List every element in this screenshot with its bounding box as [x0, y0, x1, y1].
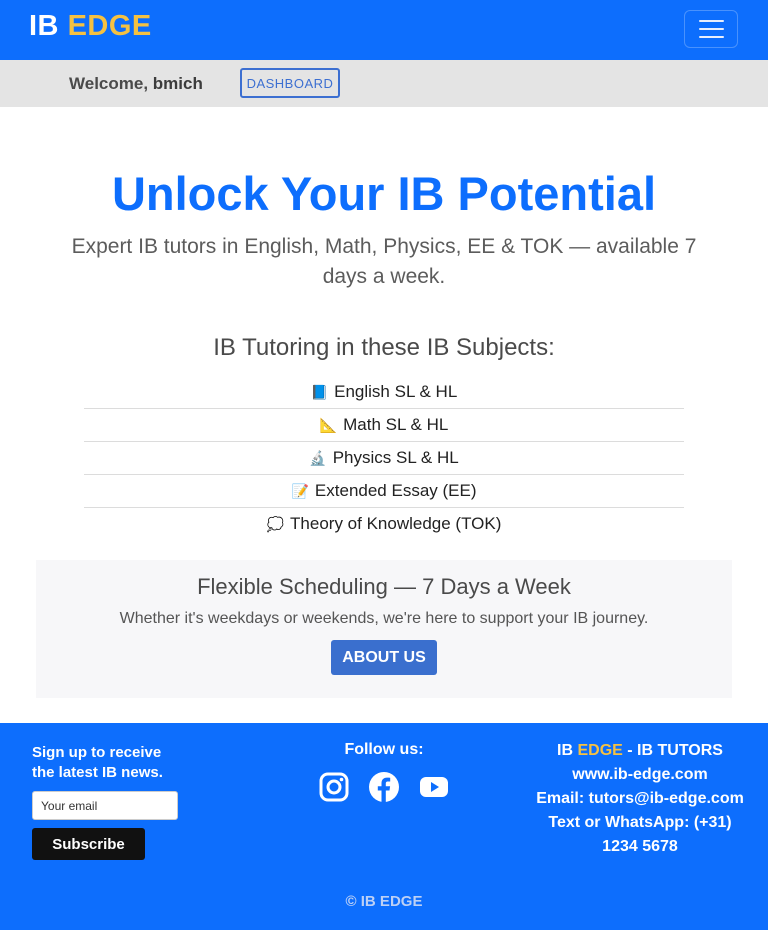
subject-label: Theory of Knowledge (TOK): [290, 514, 502, 533]
welcome-bar: Welcome, bmich DASHBOARD: [0, 60, 768, 107]
ruler-icon: 📐: [319, 417, 338, 433]
scheduling-panel: Flexible Scheduling — 7 Days a Week Whet…: [36, 560, 732, 698]
scheduling-title: Flexible Scheduling — 7 Days a Week: [197, 574, 571, 599]
hamburger-icon-line: [698, 28, 724, 30]
contact-accent: EDGE: [577, 742, 623, 759]
welcome-text: Welcome, bmich: [69, 74, 203, 94]
social-links: [318, 771, 450, 803]
subject-label: Extended Essay (EE): [314, 481, 477, 500]
dashboard-button[interactable]: DASHBOARD: [240, 68, 340, 98]
subject-label: Math SL & HL: [343, 415, 449, 434]
subject-item: 💭 Theory of Knowledge (TOK): [84, 508, 684, 540]
book-icon: 📘: [310, 384, 329, 400]
contact-suffix: - IB TUTORS: [627, 742, 723, 759]
subscribe-button[interactable]: Subscribe: [32, 828, 145, 860]
navbar: IB EDGE: [0, 0, 768, 60]
instagram-icon[interactable]: [318, 771, 350, 803]
website-link[interactable]: www.ib-edge.com: [520, 763, 760, 787]
contact-email[interactable]: Email: tutors@ib-edge.com: [520, 787, 760, 811]
email-field[interactable]: [32, 791, 178, 820]
footer: Sign up to receive the latest IB news. S…: [0, 723, 768, 930]
brand-accent: EDGE: [67, 10, 152, 42]
youtube-icon[interactable]: [418, 771, 450, 803]
welcome-label: Welcome,: [69, 74, 149, 93]
hamburger-icon-line: [698, 20, 724, 22]
menu-toggle-button[interactable]: [684, 10, 738, 48]
follow-label: Follow us:: [344, 741, 424, 758]
copyright: © IB EDGE: [345, 893, 423, 910]
brand-prefix: IB: [29, 10, 59, 42]
subject-item: 📘 English SL & HL: [84, 376, 684, 409]
contact-phone: 1234 5678: [602, 838, 678, 855]
thought-bubble-icon: 💭: [266, 516, 285, 532]
subject-label: Physics SL & HL: [332, 448, 459, 467]
signup-text: Sign up to receive the latest IB news.: [32, 743, 192, 783]
memo-icon: 📝: [291, 483, 309, 499]
facebook-icon[interactable]: [368, 771, 400, 803]
hero-subtitle: Expert IB tutors in English, Math, Physi…: [71, 235, 697, 288]
hero-title: Unlock Your IB Potential: [111, 167, 657, 220]
contact-prefix: IB: [557, 742, 574, 759]
about-us-button[interactable]: ABOUT US: [331, 640, 437, 675]
signup-line: the latest IB news.: [32, 764, 163, 781]
welcome-username: bmich: [152, 74, 203, 93]
subjects-list: 📘 English SL & HL 📐 Math SL & HL 🔬 Physics …: [84, 376, 684, 540]
contact-title: IB EDGE - IB TUTORS: [520, 739, 760, 763]
microscope-icon: 🔬: [309, 450, 327, 466]
subject-item: 🔬 Physics SL & HL: [84, 442, 684, 475]
contact-info: IB EDGE - IB TUTORS www.ib-edge.com Emai…: [520, 739, 760, 859]
signup-line: Sign up to receive: [32, 744, 162, 761]
scheduling-text: Whether it's weekdays or weekends, we're…: [119, 610, 649, 627]
subject-item: 📝 Extended Essay (EE): [84, 475, 684, 508]
subjects-heading: IB Tutoring in these IB Subjects:: [213, 334, 555, 361]
subject-label: English SL & HL: [334, 382, 458, 401]
subject-item: 📐 Math SL & HL: [84, 409, 684, 442]
brand-logo[interactable]: IB EDGE: [29, 10, 152, 43]
hamburger-icon-line: [698, 36, 724, 38]
contact-phone: Text or WhatsApp: (+31): [548, 814, 732, 831]
